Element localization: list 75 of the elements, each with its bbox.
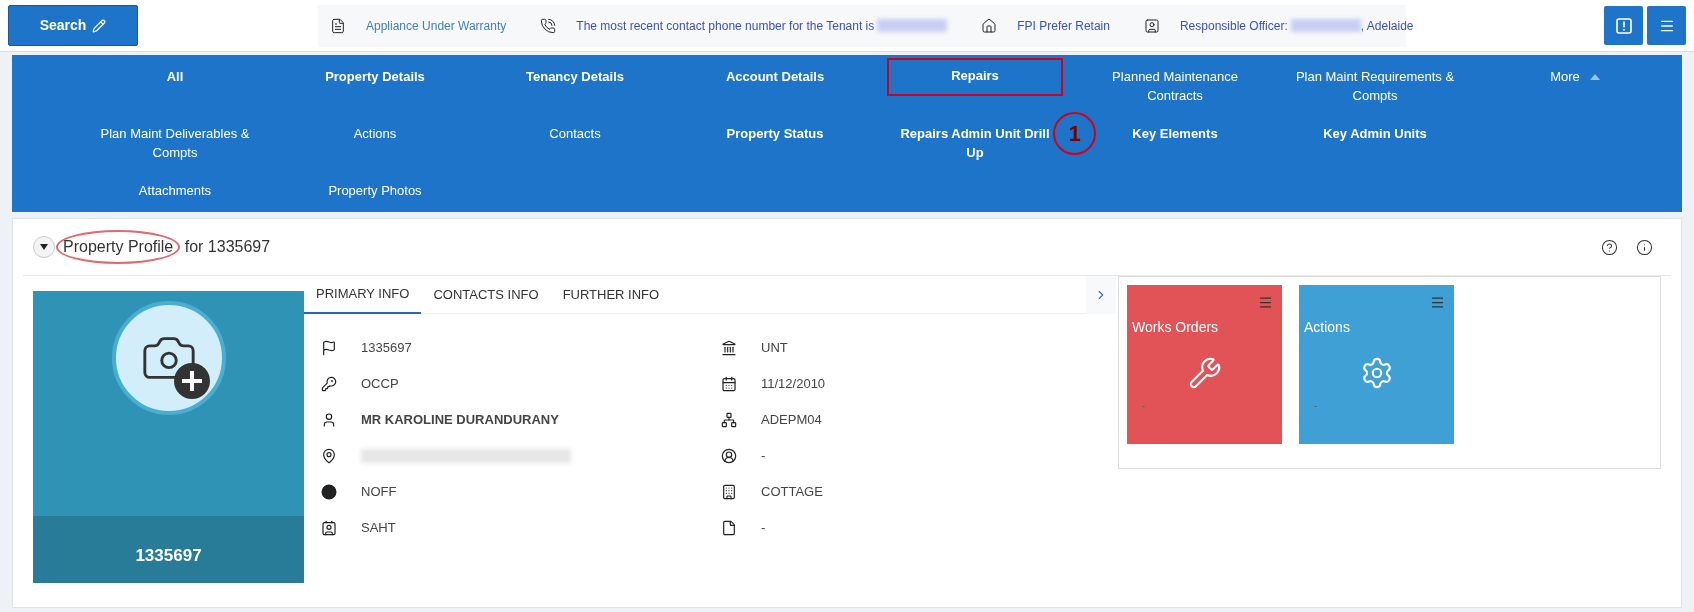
nav-link[interactable]: Actions	[353, 124, 397, 143]
field-value: MR KAROLINE DURANDURANY	[361, 411, 559, 430]
field-value: NOFF	[361, 483, 397, 502]
person-icon	[321, 412, 337, 428]
annotation-number: 1	[1053, 112, 1096, 155]
key-icon	[321, 376, 337, 392]
document-icon	[330, 17, 346, 34]
field-value: -	[761, 519, 766, 538]
nav-link[interactable]: Planned Maintenance Contracts	[1090, 67, 1260, 105]
menu-button[interactable]	[1647, 6, 1686, 45]
calendar-icon	[721, 376, 737, 392]
nav-link[interactable]: Property Photos	[328, 181, 422, 200]
nav-link[interactable]: Key Admin Units	[1323, 124, 1427, 143]
user-circle-icon	[721, 448, 737, 464]
tile-footer: -	[1142, 400, 1277, 414]
tile-footer: -	[1314, 400, 1449, 414]
building-icon	[721, 484, 737, 500]
document-icon	[721, 520, 737, 536]
field-value: ADEPM04	[761, 411, 822, 430]
hierarchy-icon	[721, 412, 737, 428]
contact-card-icon	[321, 520, 337, 536]
help-icon[interactable]	[1601, 238, 1618, 256]
alert-text: , Adelaide	[1360, 17, 1414, 35]
phone-icon	[540, 17, 557, 34]
location-pin-icon	[321, 448, 337, 464]
caret-up-icon	[1589, 73, 1600, 80]
field-value: COTTAGE	[761, 483, 823, 502]
field-value: UNT	[761, 339, 788, 358]
nav-link[interactable]: Plan Maint Requirements & Compts	[1290, 67, 1460, 105]
nav-link[interactable]: Tenancy Details	[526, 67, 624, 86]
nav-link[interactable]: Plan Maint Deliverables & Compts	[90, 124, 260, 162]
search-button[interactable]: Search	[8, 5, 138, 46]
field-value: -	[761, 447, 766, 466]
plus-circle-icon	[173, 363, 210, 399]
nav-link[interactable]: Property Status	[726, 124, 824, 143]
info-icon[interactable]	[1636, 238, 1653, 256]
field-value: OCCP	[361, 375, 399, 394]
exclamation-icon	[1615, 17, 1632, 34]
property-id-caption: 1335697	[135, 544, 202, 567]
nav-link[interactable]: All	[166, 67, 184, 86]
nav-link[interactable]: Account Details	[725, 67, 825, 86]
nav-link[interactable]: Contacts	[549, 124, 601, 143]
section-title-suffix: for 1335697	[183, 237, 271, 257]
tab[interactable]: CONTACTS INFO	[421, 276, 551, 314]
menu-icon[interactable]	[1258, 295, 1273, 310]
nav-link[interactable]: Repairs Admin Unit Drill Up	[900, 124, 1050, 162]
tab[interactable]: FURTHER INFO	[550, 276, 672, 314]
house-icon	[981, 17, 998, 34]
section-title: Property Profile	[56, 230, 181, 264]
alert-text: The most recent contact phone number for the Tenant is	[576, 17, 875, 35]
bank-icon	[721, 340, 737, 356]
caret-icon	[40, 244, 48, 250]
alert-text: Responsible Officer:	[1179, 17, 1288, 35]
field-value: 1335697	[361, 339, 412, 358]
person-badge-icon	[1143, 17, 1160, 34]
nav-link[interactable]: More	[1550, 67, 1600, 86]
nav-link[interactable]: Property Details	[325, 67, 425, 86]
alert-text: Appliance Under Warranty	[366, 17, 507, 35]
nav-link[interactable]: Repairs	[951, 65, 999, 85]
alert-text: FPI Prefer Retain	[1017, 17, 1110, 35]
nav-link[interactable]: Key Elements	[1132, 124, 1218, 143]
tile-title: Actions	[1304, 318, 1351, 337]
field-value: 11/12/2010	[761, 375, 826, 394]
edit-icon	[92, 18, 107, 33]
field-value: SAHT	[361, 519, 396, 538]
alert-button[interactable]	[1604, 6, 1643, 45]
collapse-toggle[interactable]	[33, 236, 55, 258]
tab[interactable]: PRIMARY INFO	[304, 276, 422, 314]
nav-link[interactable]: Attachments	[138, 181, 212, 200]
dashboard-tile[interactable]: Actions -	[1299, 285, 1454, 444]
menu-icon[interactable]	[1430, 295, 1445, 310]
wrench-icon	[1187, 356, 1222, 390]
tile-title: Works Orders	[1132, 318, 1220, 337]
flag-icon	[321, 340, 337, 356]
dashboard-tile[interactable]: Works Orders -	[1127, 285, 1282, 444]
